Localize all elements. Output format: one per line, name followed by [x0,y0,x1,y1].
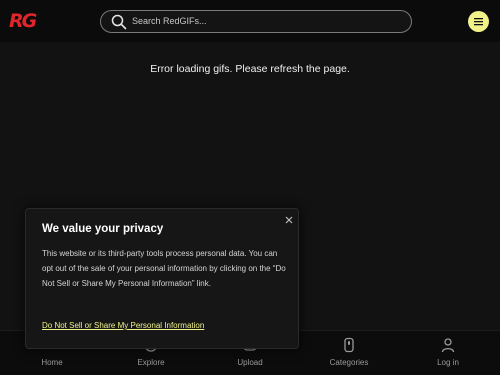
hamburger-icon [474,18,483,26]
nav-upload-label: Upload [237,358,263,367]
top-header: RG Search RedGIFs... [0,0,500,42]
nav-categories[interactable]: Categories [309,331,389,375]
consent-body: This website or its third-party tools pr… [42,249,286,288]
nav-home-label: Home [41,358,63,367]
categories-icon [344,337,354,353]
search-input[interactable]: Search RedGIFs... [132,16,207,26]
nav-login-label: Log in [437,358,459,367]
user-icon [441,338,455,353]
nav-categories-label: Categories [329,358,369,367]
nav-explore-label: Explore [137,358,165,367]
close-icon[interactable] [283,214,295,226]
search-bar[interactable]: Search RedGIFs... [100,10,412,33]
privacy-consent-dialog: We value your privacy This website or it… [25,208,299,349]
do-not-sell-link[interactable]: Do Not Sell or Share My Personal Informa… [42,321,204,330]
search-icon [111,14,127,30]
nav-login[interactable]: Log in [408,331,488,375]
error-message: Error loading gifs. Please refresh the p… [150,63,350,75]
redgifs-logo[interactable]: RG [9,10,37,32]
consent-title: We value your privacy [42,223,164,235]
menu-button[interactable] [468,11,489,32]
